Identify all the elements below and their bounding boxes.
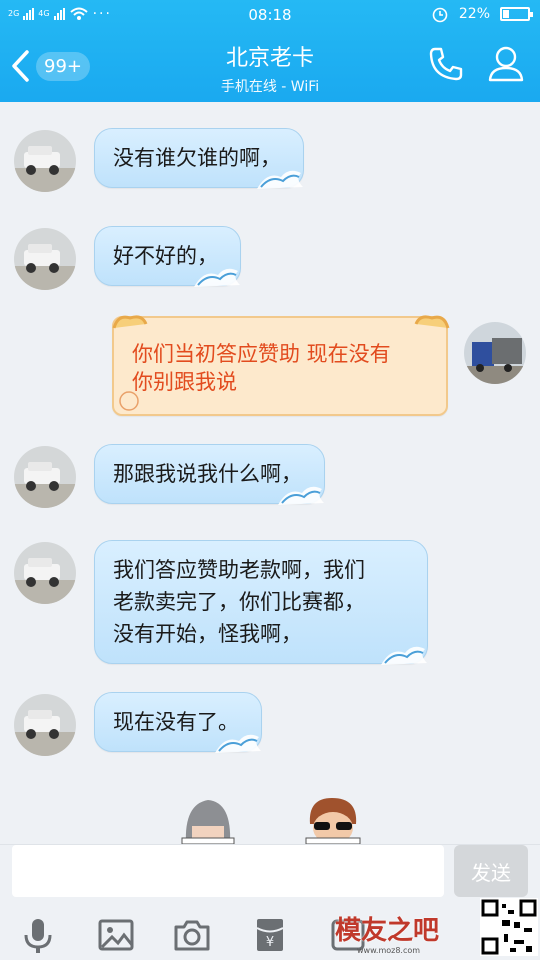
- battery-icon: [500, 7, 533, 21]
- watermark-text: 模友之吧: [335, 916, 440, 946]
- back-icon: [12, 50, 29, 82]
- message-bubble[interactable]: 我们答应赞助老款啊，我们 老款卖完了，你们比赛都， 没有开始，怪我啊，: [94, 540, 428, 665]
- contact-avatar[interactable]: [14, 446, 76, 508]
- message-line: 我们答应赞助老款啊，我们: [113, 558, 365, 582]
- back-button[interactable]: 99+: [10, 46, 90, 86]
- message-bubble[interactable]: 没有谁欠谁的啊，: [94, 128, 304, 189]
- alarm-icon: [432, 7, 448, 23]
- image-icon[interactable]: [96, 915, 136, 955]
- car-photo: [14, 542, 76, 604]
- message-line: 没有开始，怪我啊，: [113, 622, 302, 646]
- message-list[interactable]: 没有谁欠谁的啊， 好不好的， 你们当初答应赞助 现在没有 你别跟我说 那跟我说我…: [0, 102, 540, 844]
- scroll-ornament-icon: [112, 315, 148, 329]
- car-photo: [14, 694, 76, 756]
- truck-photo: [464, 322, 526, 384]
- car-photo: [14, 130, 76, 192]
- contact-avatar[interactable]: [14, 130, 76, 192]
- contact-avatar[interactable]: [14, 228, 76, 290]
- status-bar: 2G 4G ··· 08:18 22%: [0, 0, 540, 30]
- online-status: 手机在线 - WiFi: [220, 79, 320, 95]
- unread-badge: 99+: [36, 51, 90, 81]
- self-avatar[interactable]: [464, 322, 526, 384]
- qr-code-icon: [480, 898, 538, 956]
- profile-button[interactable]: [486, 44, 526, 84]
- message-input[interactable]: [12, 845, 444, 897]
- car-photo: [14, 228, 76, 290]
- call-button[interactable]: [426, 44, 466, 84]
- phone-icon: [429, 47, 463, 81]
- chat-title: 北京老卡: [225, 46, 314, 71]
- svg-text:¥: ¥: [266, 935, 274, 950]
- message-bubble[interactable]: 那跟我说我什么啊，: [94, 444, 325, 505]
- message-line: 你们当初答应赞助 现在没有: [132, 342, 391, 366]
- scroll-ornament-icon: [414, 315, 450, 329]
- message-bubble[interactable]: 现在没有了。: [94, 692, 262, 753]
- car-photo: [14, 446, 76, 508]
- message-bubble[interactable]: 好不好的，: [94, 226, 241, 287]
- send-button[interactable]: 发送: [454, 845, 528, 897]
- message-bubble-self[interactable]: 你们当初答应赞助 现在没有 你别跟我说: [112, 315, 450, 416]
- wave-decoration-icon: [278, 486, 324, 505]
- wave-decoration-icon: [215, 734, 261, 753]
- sunglasses-character-icon: [305, 798, 361, 844]
- contact-avatar[interactable]: [14, 694, 76, 756]
- contact-avatar[interactable]: [14, 542, 76, 604]
- site-watermark: 模友之吧 www.moz8.com: [335, 896, 540, 960]
- seal-stamp-icon: [119, 391, 139, 411]
- wave-decoration-icon: [257, 170, 303, 189]
- battery-percent: 22%: [458, 6, 490, 22]
- chat-header: 2G 4G ··· 08:18 22% 99+ 北京老卡 手机在线 - WiFi: [0, 0, 540, 102]
- title-block: 北京老卡 手机在线 - WiFi: [120, 40, 420, 96]
- profile-icon: [488, 46, 524, 82]
- wave-decoration-icon: [381, 646, 427, 665]
- wave-decoration-icon: [194, 268, 240, 287]
- red-packet-icon[interactable]: ¥: [250, 915, 290, 955]
- microphone-icon[interactable]: [18, 915, 58, 955]
- peeking-character-icon: [181, 800, 235, 844]
- message-text: 那跟我说我什么啊，: [113, 462, 302, 486]
- camera-icon[interactable]: [172, 915, 212, 955]
- watermark-url: www.moz8.com: [357, 946, 421, 955]
- message-line: 你别跟我说: [132, 370, 237, 394]
- status-right: 22%: [431, 5, 533, 23]
- message-line: 老款卖完了，你们比赛都，: [113, 590, 365, 614]
